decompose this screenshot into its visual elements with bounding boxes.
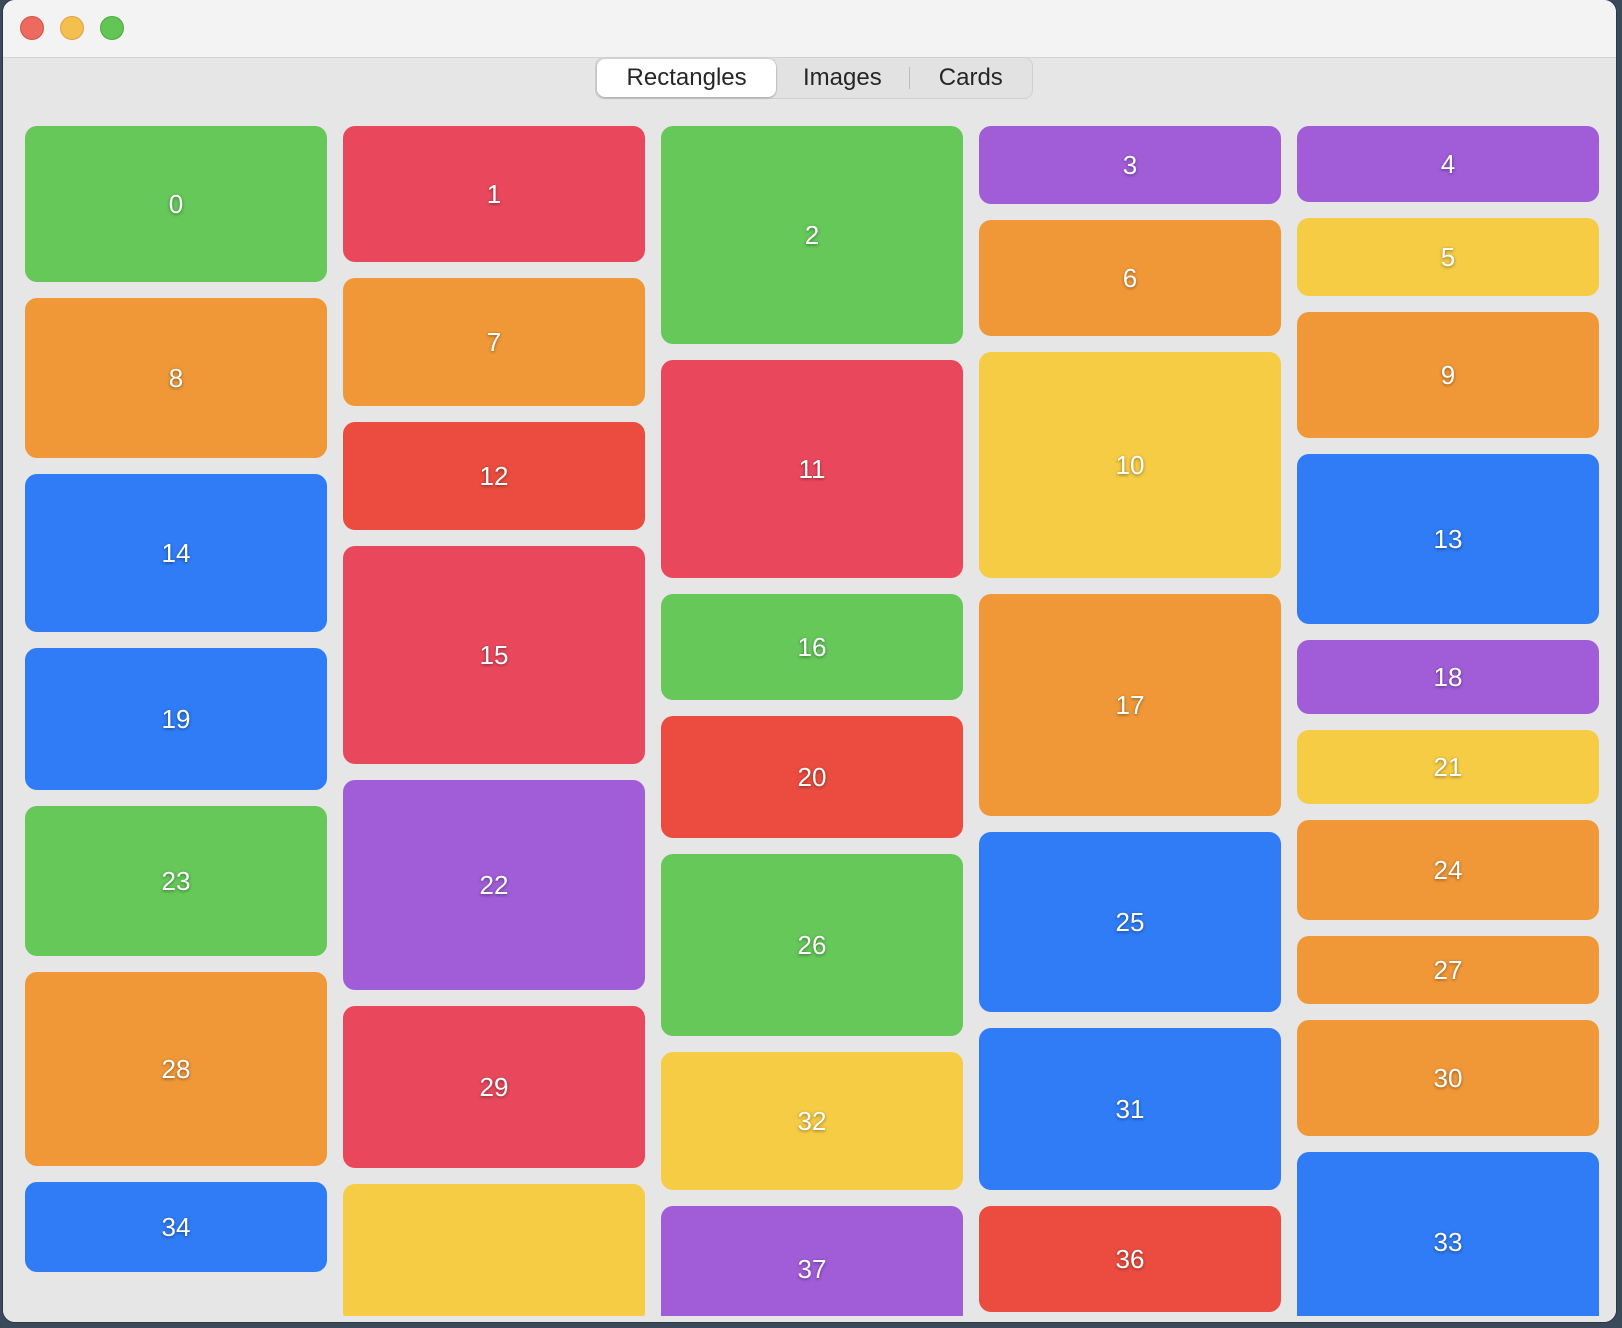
title-bar [3, 0, 1616, 58]
tile-label: 13 [1433, 523, 1463, 554]
tab-cards[interactable]: Cards [910, 58, 1032, 98]
tile-label: 23 [161, 865, 191, 896]
tile-label: 7 [486, 326, 502, 357]
tile-label: 6 [1122, 262, 1138, 293]
close-window-button[interactable] [20, 16, 44, 40]
tile-27[interactable]: 27 [1297, 936, 1599, 1004]
zoom-window-button[interactable] [100, 16, 124, 40]
tile-7[interactable]: 7 [343, 278, 645, 406]
tile-5[interactable]: 5 [1297, 218, 1599, 296]
tile-37[interactable]: 37 [661, 1206, 963, 1316]
tile-label: 1 [486, 178, 502, 209]
tile-2[interactable]: 2 [661, 126, 963, 344]
tile-label: 0 [168, 188, 184, 219]
tile-label: 30 [1433, 1062, 1463, 1093]
tile-25[interactable]: 25 [979, 832, 1281, 1012]
tile-label: 36 [1115, 1243, 1145, 1274]
tile-label: 27 [1433, 954, 1463, 985]
tile-8[interactable]: 8 [25, 298, 327, 458]
tile-label: 25 [1115, 906, 1145, 937]
tile-label: 9 [1440, 359, 1456, 390]
tile-35[interactable] [343, 1184, 645, 1316]
tile-label: 19 [161, 703, 191, 734]
tile-33[interactable]: 33 [1297, 1152, 1599, 1316]
tile-label: 33 [1433, 1226, 1463, 1257]
tile-3[interactable]: 3 [979, 126, 1281, 204]
app-window: Rectangles Images Cards 0 8 14 19 23 28 … [3, 0, 1616, 1322]
tab-cards-label: Cards [938, 64, 1003, 91]
tile-label: 24 [1433, 854, 1463, 885]
tile-label: 29 [479, 1071, 509, 1102]
tile-label: 34 [161, 1211, 191, 1242]
tile-10[interactable]: 10 [979, 352, 1281, 578]
minimize-window-button[interactable] [60, 16, 84, 40]
tile-15[interactable]: 15 [343, 546, 645, 764]
tile-32[interactable]: 32 [661, 1052, 963, 1190]
tile-label: 21 [1433, 751, 1463, 782]
tile-label: 22 [479, 869, 509, 900]
tile-12[interactable]: 12 [343, 422, 645, 530]
tile-label: 2 [804, 219, 820, 250]
tile-label: 8 [168, 362, 184, 393]
tile-label: 4 [1440, 148, 1456, 179]
tile-label: 20 [797, 761, 827, 792]
tile-label: 11 [798, 453, 826, 484]
tile-18[interactable]: 18 [1297, 640, 1599, 714]
view-mode-segmented-control: Rectangles Images Cards [595, 57, 1033, 99]
tile-label: 16 [797, 631, 827, 662]
tile-6[interactable]: 6 [979, 220, 1281, 336]
tile-14[interactable]: 14 [25, 474, 327, 632]
tile-label: 37 [797, 1253, 827, 1284]
tab-rectangles-label: Rectangles [626, 64, 747, 91]
tile-34[interactable]: 34 [25, 1182, 327, 1272]
tile-23[interactable]: 23 [25, 806, 327, 956]
tile-1[interactable]: 1 [343, 126, 645, 262]
tile-24[interactable]: 24 [1297, 820, 1599, 920]
masonry-grid: 0 8 14 19 23 28 34 1 7 12 15 22 29 2 11 … [25, 126, 1605, 1316]
tile-label: 18 [1433, 661, 1463, 692]
tile-label: 12 [479, 460, 509, 491]
tile-label: 28 [161, 1053, 191, 1084]
tile-label: 10 [1115, 449, 1145, 480]
tile-label: 5 [1440, 241, 1456, 272]
tile-0[interactable]: 0 [25, 126, 327, 282]
tab-images[interactable]: Images [776, 58, 908, 98]
tile-label: 3 [1122, 149, 1138, 180]
tile-31[interactable]: 31 [979, 1028, 1281, 1190]
tile-11[interactable]: 11 [661, 360, 963, 578]
tile-label: 14 [161, 537, 191, 568]
tile-label: 15 [479, 639, 509, 670]
tile-26[interactable]: 26 [661, 854, 963, 1036]
tile-label: 17 [1115, 689, 1145, 720]
tile-36[interactable]: 36 [979, 1206, 1281, 1312]
tile-label: 26 [797, 929, 827, 960]
tile-30[interactable]: 30 [1297, 1020, 1599, 1136]
tile-19[interactable]: 19 [25, 648, 327, 790]
tile-22[interactable]: 22 [343, 780, 645, 990]
tile-4[interactable]: 4 [1297, 126, 1599, 202]
tile-16[interactable]: 16 [661, 594, 963, 700]
tile-21[interactable]: 21 [1297, 730, 1599, 804]
tile-label: 31 [1115, 1093, 1145, 1124]
tile-13[interactable]: 13 [1297, 454, 1599, 624]
tile-17[interactable]: 17 [979, 594, 1281, 816]
tile-20[interactable]: 20 [661, 716, 963, 838]
tab-images-label: Images [803, 64, 882, 91]
tile-29[interactable]: 29 [343, 1006, 645, 1168]
tab-rectangles[interactable]: Rectangles [597, 59, 777, 97]
tile-28[interactable]: 28 [25, 972, 327, 1166]
tile-9[interactable]: 9 [1297, 312, 1599, 438]
tile-label: 32 [797, 1105, 827, 1136]
